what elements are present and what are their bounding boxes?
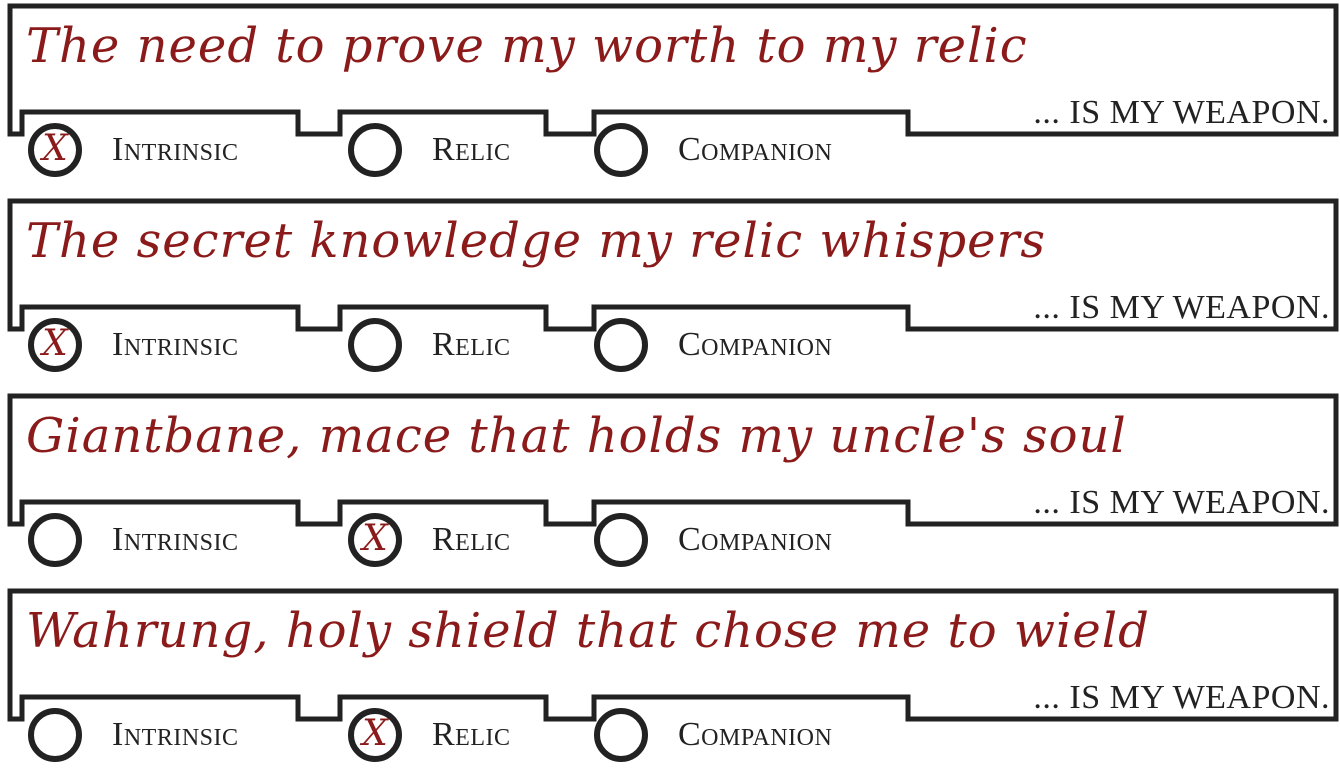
radio-circle-icon[interactable] (348, 318, 402, 372)
option-label: Companion (678, 326, 833, 363)
weapon-entry: Wahrung, holy shield that chose me to wi… (0, 585, 1340, 781)
radio-circle-icon[interactable]: X (348, 513, 402, 567)
radio-circle-icon[interactable] (28, 513, 82, 567)
radio-circle-icon[interactable] (348, 123, 402, 177)
option-intrinsic[interactable]: Intrinsic (28, 508, 239, 572)
option-companion[interactable]: Companion (594, 118, 832, 182)
radio-circle-icon[interactable] (594, 318, 648, 372)
option-label: Relic (432, 521, 511, 558)
option-intrinsic[interactable]: Intrinsic (28, 703, 239, 767)
option-intrinsic[interactable]: X Intrinsic (28, 118, 239, 182)
option-label: Relic (432, 326, 511, 363)
x-mark-icon: X (362, 713, 388, 754)
weapon-suffix: ... IS MY WEAPON. (1033, 484, 1330, 521)
radio-circle-icon[interactable]: X (348, 708, 402, 762)
radio-circle-icon[interactable] (594, 123, 648, 177)
weapon-suffix: ... IS MY WEAPON. (1033, 94, 1330, 131)
radio-circle-icon[interactable] (594, 513, 648, 567)
option-label: Intrinsic (112, 716, 239, 753)
radio-circle-icon[interactable]: X (28, 318, 82, 372)
option-label: Intrinsic (112, 326, 239, 363)
option-label: Companion (678, 716, 833, 753)
weapon-suffix: ... IS MY WEAPON. (1033, 289, 1330, 326)
weapon-suffix: ... IS MY WEAPON. (1033, 679, 1330, 716)
x-mark-icon: X (362, 518, 388, 559)
weapon-description[interactable]: The secret knowledge my relic whispers (26, 213, 1316, 269)
option-companion[interactable]: Companion (594, 313, 832, 377)
option-label: Relic (432, 131, 511, 168)
option-companion[interactable]: Companion (594, 703, 832, 767)
option-intrinsic[interactable]: X Intrinsic (28, 313, 239, 377)
option-label: Intrinsic (112, 521, 239, 558)
option-relic[interactable]: X Relic (348, 508, 511, 572)
radio-circle-icon[interactable]: X (28, 123, 82, 177)
option-label: Companion (678, 521, 833, 558)
option-relic[interactable]: Relic (348, 118, 511, 182)
weapon-description[interactable]: The need to prove my worth to my relic (26, 18, 1316, 74)
radio-circle-icon[interactable] (28, 708, 82, 762)
weapon-entry: The secret knowledge my relic whispers .… (0, 195, 1340, 391)
option-label: Relic (432, 716, 511, 753)
weapon-description[interactable]: Wahrung, holy shield that chose me to wi… (26, 603, 1316, 659)
option-relic[interactable]: Relic (348, 313, 511, 377)
weapon-entry: Giantbane, mace that holds my uncle's so… (0, 390, 1340, 586)
option-companion[interactable]: Companion (594, 508, 832, 572)
option-label: Intrinsic (112, 131, 239, 168)
weapon-entry: The need to prove my worth to my relic .… (0, 0, 1340, 196)
x-mark-icon: X (42, 323, 68, 364)
x-mark-icon: X (42, 128, 68, 169)
option-label: Companion (678, 131, 833, 168)
radio-circle-icon[interactable] (594, 708, 648, 762)
option-relic[interactable]: X Relic (348, 703, 511, 767)
weapon-description[interactable]: Giantbane, mace that holds my uncle's so… (26, 408, 1316, 464)
